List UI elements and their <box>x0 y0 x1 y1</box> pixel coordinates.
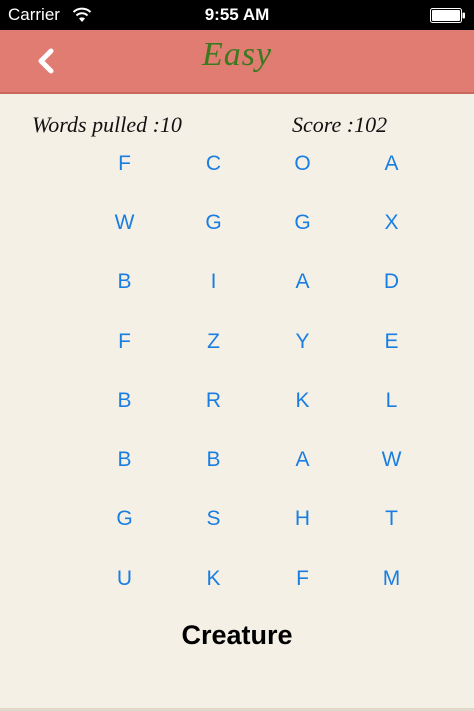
letter-tile[interactable]: K <box>258 371 347 430</box>
letter-tile[interactable]: S <box>169 490 258 549</box>
letter-tile[interactable]: G <box>258 193 347 252</box>
letter-tile[interactable]: B <box>80 371 169 430</box>
target-word: Creature <box>181 620 293 650</box>
page-title: Easy <box>201 36 273 73</box>
letter-tile[interactable]: Y <box>258 312 347 371</box>
letter-tile[interactable]: B <box>169 430 258 489</box>
letter-tile[interactable]: B <box>80 430 169 489</box>
battery-icon <box>430 8 466 23</box>
letter-tile[interactable]: K <box>169 549 258 608</box>
letter-tile[interactable]: B <box>80 253 169 312</box>
letter-tile[interactable]: U <box>80 549 169 608</box>
letter-tile[interactable]: M <box>347 549 436 608</box>
letter-tile[interactable]: C <box>169 134 258 193</box>
letter-tile[interactable]: Z <box>169 312 258 371</box>
letter-tile[interactable]: X <box>347 193 436 252</box>
letter-tile[interactable]: T <box>347 490 436 549</box>
letter-tile[interactable]: A <box>347 134 436 193</box>
letter-tile[interactable]: W <box>347 430 436 489</box>
letter-tile[interactable]: G <box>169 193 258 252</box>
nav-bar: Easy <box>0 30 474 94</box>
letter-tile[interactable]: R <box>169 371 258 430</box>
letter-tile[interactable]: F <box>258 549 347 608</box>
status-bar: Carrier 9:55 AM <box>0 0 474 30</box>
letter-tile[interactable]: E <box>347 312 436 371</box>
letter-tile[interactable]: G <box>80 490 169 549</box>
status-time: 9:55 AM <box>204 5 270 24</box>
letter-tile[interactable]: A <box>258 253 347 312</box>
letter-tile[interactable]: F <box>80 134 169 193</box>
letter-tile[interactable]: W <box>80 193 169 252</box>
letter-tile[interactable]: F <box>80 312 169 371</box>
letter-tile[interactable]: D <box>347 253 436 312</box>
letter-grid: FCOAWGGXBIADFZYEBRKLBBAWGSHTUKFM <box>80 134 436 608</box>
letter-tile[interactable]: O <box>258 134 347 193</box>
letter-tile[interactable]: H <box>258 490 347 549</box>
letter-tile[interactable]: A <box>258 430 347 489</box>
letter-tile[interactable]: I <box>169 253 258 312</box>
letter-tile[interactable]: L <box>347 371 436 430</box>
